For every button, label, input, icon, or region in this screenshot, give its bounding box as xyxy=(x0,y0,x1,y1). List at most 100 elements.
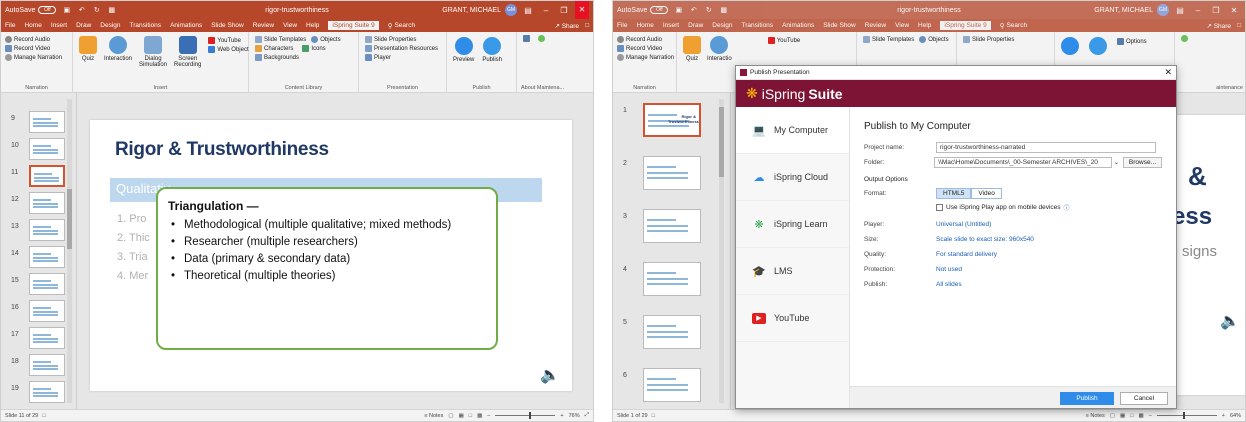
zoom-out-icon[interactable]: – xyxy=(1149,413,1152,419)
format-html5-option[interactable]: HTML5 xyxy=(936,188,972,199)
save-icon[interactable]: ▣ xyxy=(674,6,683,15)
nav-ispring-learn[interactable]: ❋ iSpring Learn xyxy=(736,201,849,248)
publish-button[interactable]: Publish xyxy=(1060,392,1114,405)
tab-help[interactable]: Help xyxy=(306,22,319,29)
project-name-input[interactable]: rigor-trustworthiness-narrated xyxy=(936,142,1156,153)
tab-insert[interactable]: Insert xyxy=(663,22,679,29)
notes-button[interactable]: ≡ Notes xyxy=(1086,413,1105,419)
player-link[interactable]: Universal (Untitled) xyxy=(936,221,991,228)
start-slideshow-icon[interactable]: ▩ xyxy=(107,6,116,15)
tab-animations[interactable]: Animations xyxy=(170,22,202,29)
slide-templates-button[interactable]: Slide Templates xyxy=(863,35,914,44)
notes-button[interactable]: ≡ Notes xyxy=(424,413,443,419)
record-video-button[interactable]: Record Video xyxy=(5,44,68,53)
youtube-button[interactable]: YouTube xyxy=(208,36,248,45)
restore-icon[interactable]: ❐ xyxy=(557,6,571,15)
reading-view-icon[interactable]: □ xyxy=(1130,413,1133,419)
browse-button[interactable]: Browse... xyxy=(1122,157,1162,168)
tab-transitions[interactable]: Transitions xyxy=(130,22,162,29)
redo-icon[interactable]: ↻ xyxy=(92,6,101,15)
play-icon[interactable] xyxy=(1061,37,1079,55)
zoom-in-icon[interactable]: + xyxy=(1222,413,1225,419)
tab-file[interactable]: File xyxy=(5,22,15,29)
nav-ispring-cloud[interactable]: ☁ iSpring Cloud xyxy=(736,154,849,201)
start-slideshow-icon[interactable]: ▩ xyxy=(719,6,728,15)
interaction-button[interactable]: Interaction xyxy=(104,36,132,68)
thumbnail-scrollbar[interactable] xyxy=(719,99,724,403)
slide-thumbnail[interactable] xyxy=(643,209,701,243)
youtube-button[interactable]: YouTube xyxy=(767,36,800,45)
size-link[interactable]: Scale slide to exact size: 960x540 xyxy=(936,236,1034,243)
nav-my-computer[interactable]: 💻 My Computer xyxy=(736,107,849,154)
search-box[interactable]: ⚲ Search xyxy=(1000,22,1027,30)
close-icon[interactable]: ✕ xyxy=(575,1,589,19)
slide-thumbnail[interactable] xyxy=(643,368,701,402)
objects-button[interactable]: Objects xyxy=(311,35,341,44)
tab-file[interactable]: File xyxy=(617,22,627,29)
manage-narration-button[interactable]: Manage Narration xyxy=(617,53,674,62)
slide-title[interactable]: Rigor & Trustworthiness xyxy=(115,139,329,161)
slide-properties-button[interactable]: Slide Properties xyxy=(365,35,440,44)
publish-button[interactable]: Publish xyxy=(482,37,502,63)
web-object-button[interactable]: Web Object xyxy=(208,45,249,54)
nav-lms[interactable]: 🎓 LMS xyxy=(736,248,849,295)
search-box[interactable]: ⚲ Search xyxy=(388,22,415,30)
cancel-button[interactable]: Cancel xyxy=(1120,392,1168,405)
objects-button[interactable]: Objects xyxy=(919,35,949,44)
tab-help[interactable]: Help xyxy=(918,22,931,29)
reading-view-icon[interactable]: □ xyxy=(469,413,472,419)
slide-thumbnail[interactable] xyxy=(29,300,65,322)
close-icon[interactable]: ✕ xyxy=(1164,67,1172,78)
protection-link[interactable]: Not used xyxy=(936,266,962,273)
help-icon[interactable] xyxy=(538,35,545,42)
slideshow-view-icon[interactable]: ▩ xyxy=(477,413,482,419)
scrollbar-thumb[interactable] xyxy=(719,107,724,177)
presentation-resources-button[interactable]: Presentation Resources xyxy=(365,44,440,53)
tab-draw[interactable]: Draw xyxy=(688,22,703,29)
zoom-slider-thumb[interactable] xyxy=(529,412,532,419)
icons-button[interactable]: Icons xyxy=(302,44,326,53)
slideshow-view-icon[interactable]: ▩ xyxy=(1139,413,1144,419)
slide-thumbnail[interactable]: Rigor & Trustworthiness xyxy=(643,103,701,137)
manage-narration-button[interactable]: Manage Narration xyxy=(5,53,68,62)
slide-thumbnail[interactable] xyxy=(643,262,701,296)
share-button[interactable]: ↗ Share xyxy=(554,22,579,30)
tab-design[interactable]: Design xyxy=(712,22,732,29)
tab-view[interactable]: View xyxy=(283,22,297,29)
tab-draw[interactable]: Draw xyxy=(76,22,91,29)
normal-view-icon[interactable]: ▢ xyxy=(1110,413,1115,419)
tab-insert[interactable]: Insert xyxy=(51,22,67,29)
normal-view-icon[interactable]: ▢ xyxy=(448,413,453,419)
tab-home[interactable]: Home xyxy=(24,22,41,29)
slide-sorter-icon[interactable]: ▦ xyxy=(1120,413,1125,419)
tab-slide-show[interactable]: Slide Show xyxy=(211,22,244,29)
mobile-app-checkbox[interactable]: Use iSpring Play app on mobile devices ⓘ xyxy=(936,201,1162,214)
slide-sorter-icon[interactable]: ▦ xyxy=(459,413,464,419)
slide-thumbnail[interactable] xyxy=(29,111,65,133)
thumbnail-scrollbar[interactable] xyxy=(67,99,72,403)
zoom-slider-thumb[interactable] xyxy=(1182,412,1185,419)
slide-templates-button[interactable]: Slide Templates xyxy=(255,35,306,44)
tab-review[interactable]: Review xyxy=(253,22,274,29)
options-button[interactable]: Options xyxy=(1117,37,1147,46)
slide-canvas[interactable]: Rigor & Trustworthiness Qualitativ 1. Pr… xyxy=(90,120,572,391)
chevron-down-icon[interactable]: ⌄ xyxy=(1114,159,1119,166)
share-button[interactable]: ↗ Share xyxy=(1206,22,1231,30)
slide-thumbnail[interactable] xyxy=(643,156,701,190)
tab-design[interactable]: Design xyxy=(100,22,120,29)
checkbox-box[interactable] xyxy=(936,204,943,211)
save-icon[interactable]: ▣ xyxy=(62,6,71,15)
autosave-toggle[interactable]: AutoSave Off xyxy=(5,6,57,14)
scrollbar-thumb[interactable] xyxy=(67,189,72,249)
slide-thumbnail[interactable] xyxy=(29,219,65,241)
slide-thumbnail[interactable] xyxy=(643,315,701,349)
slide-thumbnail[interactable] xyxy=(29,165,65,187)
triangulation-callout[interactable]: Triangulation — Methodological (multiple… xyxy=(156,187,498,350)
comments-icon[interactable]: □ xyxy=(585,22,589,29)
settings-icon[interactable] xyxy=(523,35,530,42)
speaker-icon[interactable]: 🔈 xyxy=(540,365,560,385)
player-button[interactable]: Player xyxy=(365,53,440,62)
zoom-slider[interactable] xyxy=(1156,412,1217,419)
undo-icon[interactable]: ↶ xyxy=(689,6,698,15)
preview-button[interactable]: Preview xyxy=(453,37,474,63)
